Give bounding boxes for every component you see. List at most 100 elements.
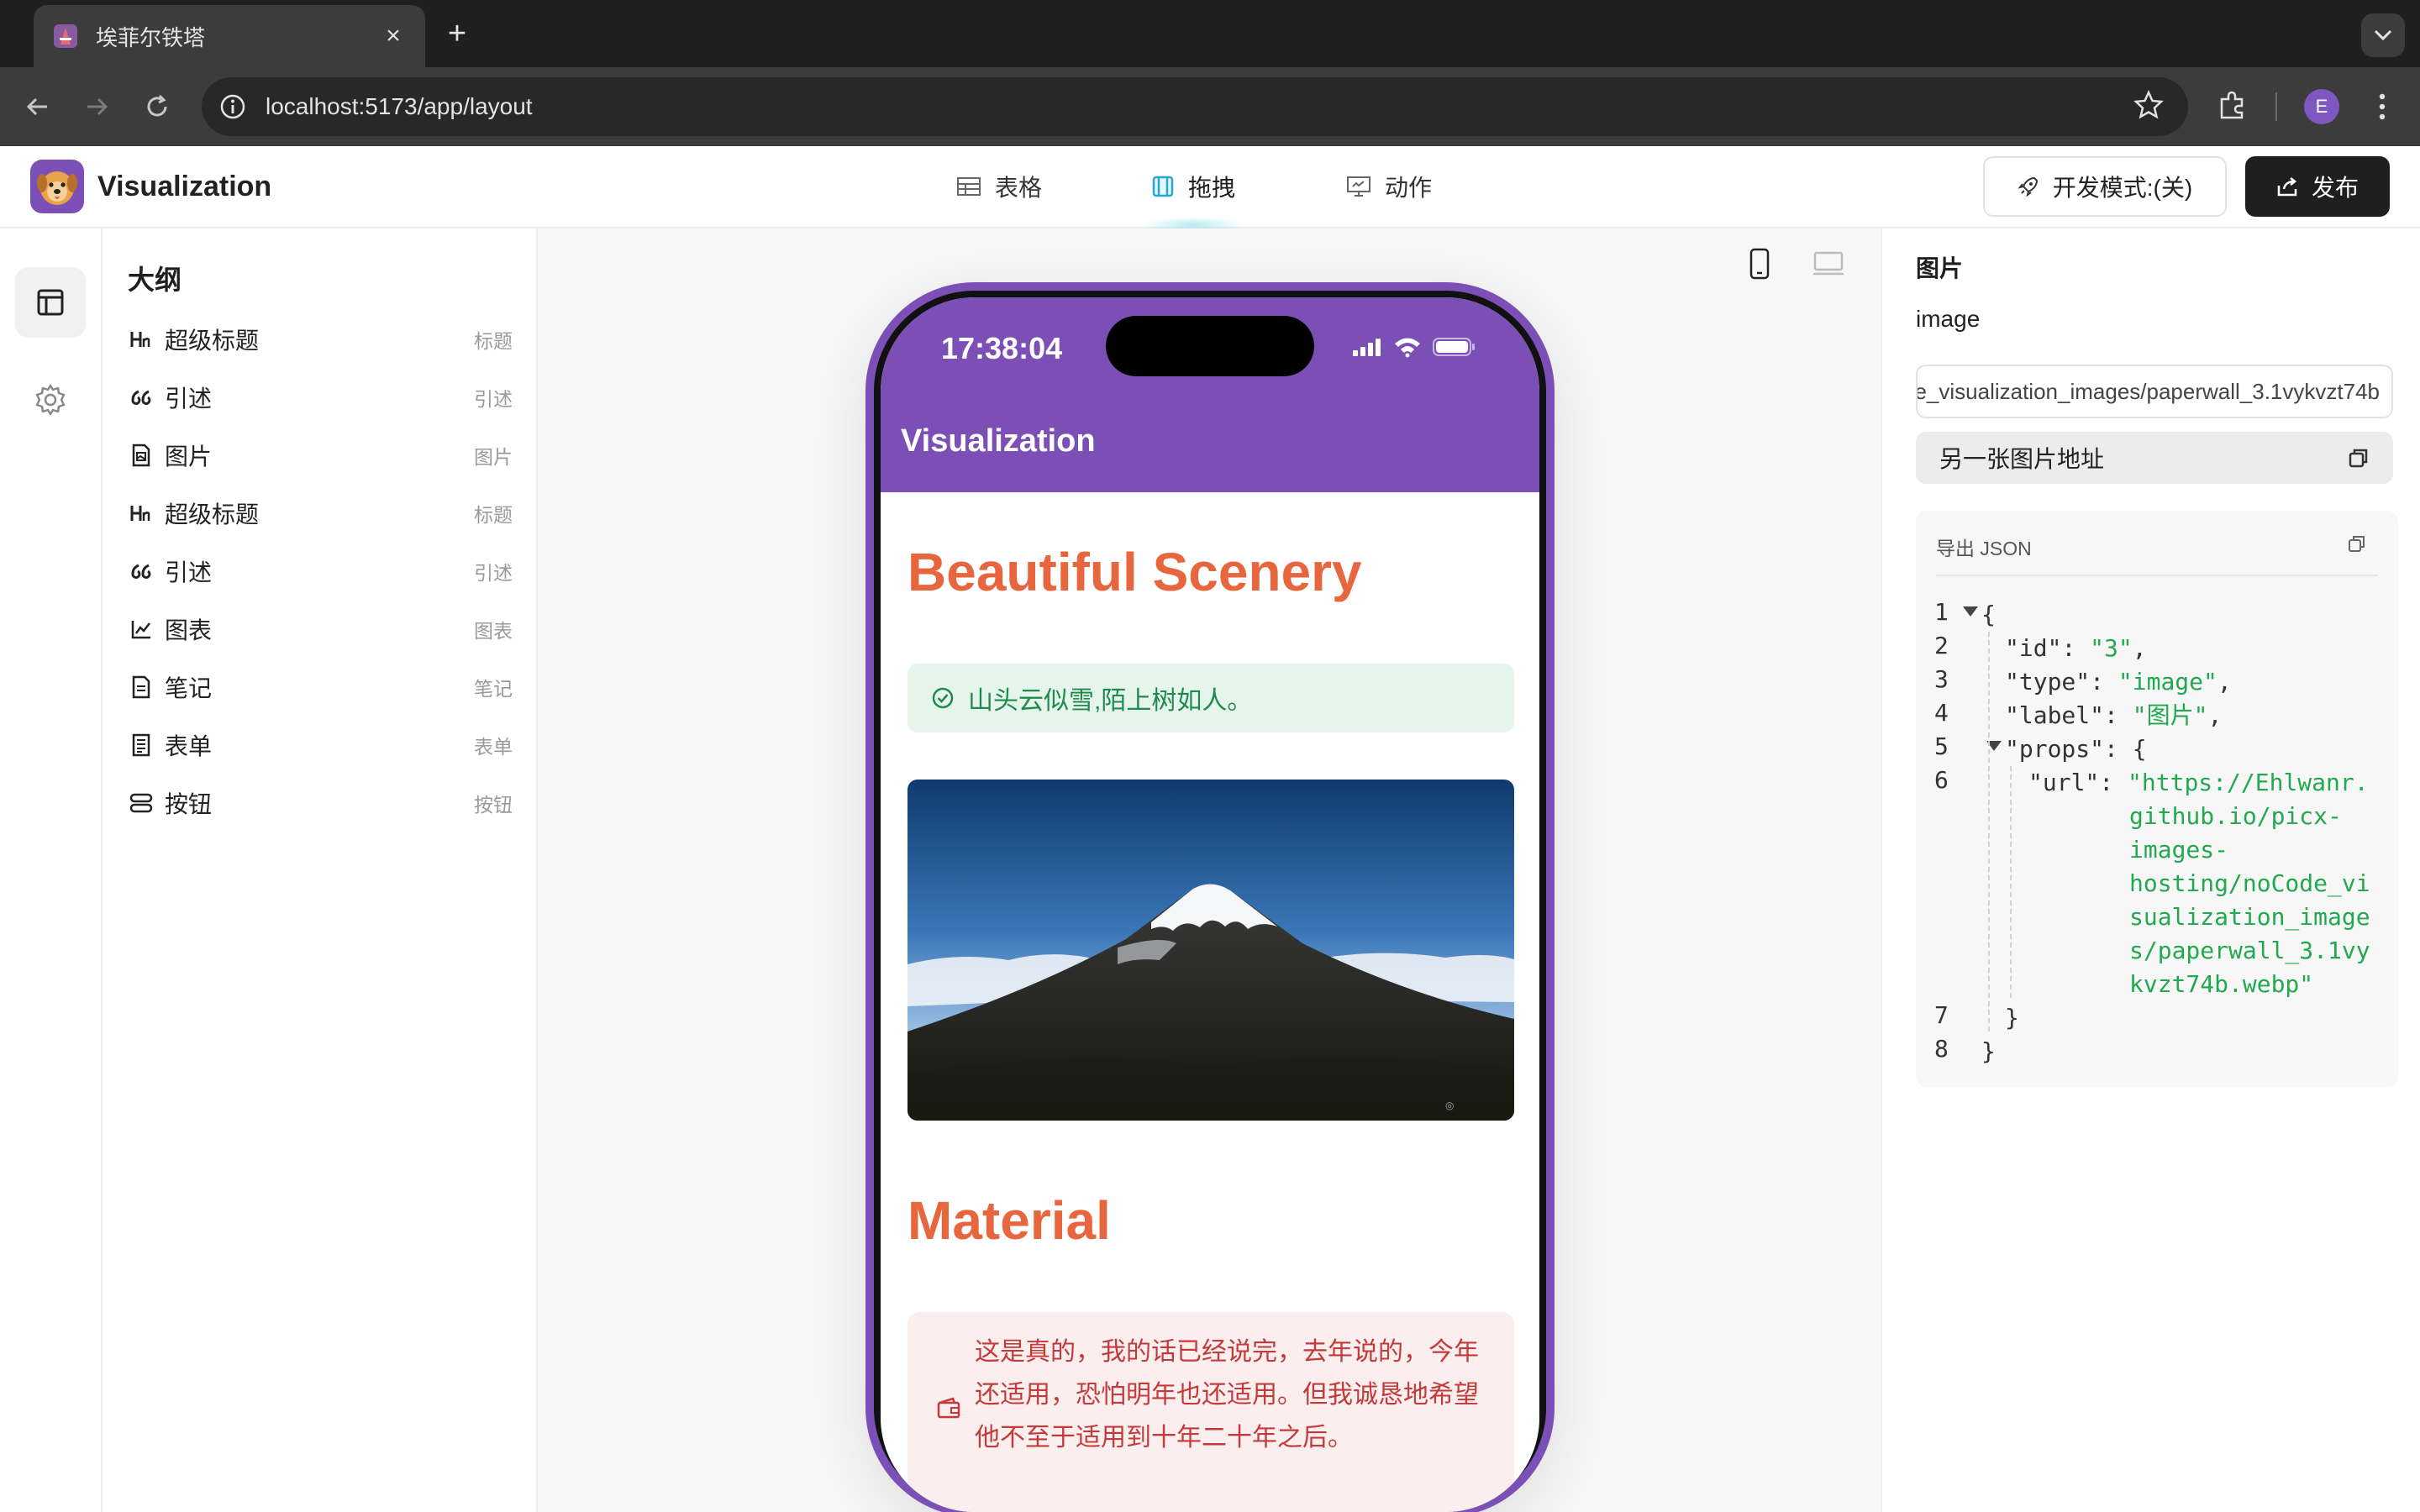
- publish-button[interactable]: 发布: [2245, 156, 2390, 217]
- drag-layout-icon: [1151, 175, 1175, 198]
- json-copy-icon[interactable]: [2348, 534, 2366, 553]
- left-rail: [0, 228, 103, 1512]
- json-line-7: }: [2005, 1004, 2019, 1032]
- address-bar[interactable]: localhost:5173/app/layout: [202, 77, 2188, 136]
- profile-avatar[interactable]: E: [2304, 89, 2339, 124]
- share-icon: [2276, 176, 2300, 197]
- json-line-8: }: [1981, 1037, 1996, 1065]
- back-arrow-icon[interactable]: [20, 89, 55, 124]
- success-quote[interactable]: 山头云似雪,陌上树如人。: [908, 664, 1514, 732]
- outline-item-label: 超级标题: [165, 501, 260, 528]
- nav-tab-table[interactable]: 表格: [956, 168, 1042, 205]
- outline-item-label: 图片: [165, 444, 213, 470]
- scenery-image[interactable]: ◎: [908, 780, 1514, 1121]
- site-info-icon[interactable]: [218, 92, 247, 121]
- dynamic-island: [1106, 316, 1314, 376]
- success-quote-text: 山头云似雪,陌上树如人。: [968, 687, 1253, 715]
- json-line-6-wrap: s/paperwall_3.1vy: [2129, 937, 2370, 964]
- image-url-input[interactable]: https://Ehlwanr.github.io/picx-images-ho…: [1916, 365, 2393, 418]
- json-line-6-wrap: hosting/noCode_vi: [2129, 869, 2370, 897]
- json-line-6-wrap: sualization_image: [2129, 903, 2370, 931]
- json-export-header: 导出 JSON: [1936, 538, 2032, 559]
- battery-icon: [1432, 336, 1477, 358]
- outline-item[interactable]: 图表 图表: [128, 609, 513, 649]
- outline-item[interactable]: 超级标题 标题: [128, 319, 513, 360]
- nav-tab-label: 动作: [1385, 175, 1433, 201]
- chart-icon: [128, 616, 155, 643]
- super-heading-1[interactable]: Beautiful Scenery: [908, 541, 1362, 603]
- outline-item-label: 引述: [165, 559, 213, 585]
- layout-panel-button[interactable]: [15, 267, 86, 338]
- outline-item-label: 引述: [165, 386, 213, 412]
- outline-item[interactable]: 表单 表单: [128, 725, 513, 765]
- error-quote-text: 这是真的，我的话已经说完，去年说的，今年还适用，恐怕明年也还适用。但我诚恳地希望…: [975, 1338, 1479, 1452]
- nav-tab-action[interactable]: 动作: [1346, 168, 1432, 205]
- error-quote[interactable]: 这是真的，我的话已经说完，去年说的，今年还适用，恐怕明年也还适用。但我诚恳地希望…: [908, 1312, 1514, 1512]
- outline-item[interactable]: 笔记 笔记: [128, 667, 513, 707]
- dev-mode-button[interactable]: 开发模式:(关): [1983, 156, 2227, 217]
- new-tab-icon[interactable]: +: [440, 17, 474, 50]
- indent-guide: [1988, 632, 1990, 1032]
- table-icon: [956, 176, 981, 197]
- reload-icon[interactable]: [139, 89, 175, 124]
- bookmark-star-icon[interactable]: [2133, 89, 2165, 121]
- image-file-icon: [128, 442, 155, 469]
- outline-item-tag: 按钮: [474, 794, 513, 816]
- signal-icon: [1351, 337, 1385, 357]
- copy-icon[interactable]: [2348, 447, 2370, 469]
- outline-item-tag: 引述: [474, 388, 513, 410]
- heading-icon: [128, 500, 155, 527]
- super-heading-2[interactable]: Material: [908, 1189, 1111, 1252]
- desktop-device-icon[interactable]: [1810, 245, 1847, 282]
- mobile-device-icon[interactable]: [1741, 245, 1778, 282]
- browser-menu-icon[interactable]: [2370, 89, 2395, 124]
- tab-favicon-icon: [52, 23, 79, 50]
- tab-close-icon[interactable]: ×: [380, 22, 407, 50]
- publish-label: 发布: [2311, 175, 2359, 201]
- toolbar-separator: [2275, 92, 2277, 121]
- line-number: 1: [1934, 598, 1949, 626]
- fold-toggle-icon[interactable]: [1963, 606, 1978, 617]
- outline-item-label: 超级标题: [165, 328, 260, 354]
- quote-icon: [128, 558, 155, 585]
- line-number: 2: [1934, 632, 1949, 659]
- outline-title: 大纲: [128, 265, 182, 295]
- properties-title: 图片: [1916, 255, 1964, 281]
- outline-item-tag: 图片: [474, 446, 513, 468]
- nav-tab-label: 拖拽: [1188, 175, 1236, 201]
- json-line-6: "url": "https://Ehlwanr.: [2028, 769, 2369, 796]
- line-number: 5: [1934, 732, 1949, 760]
- wallet-icon: [936, 1396, 961, 1420]
- layout-icon: [35, 287, 66, 318]
- forward-arrow-icon[interactable]: [79, 89, 114, 124]
- monitor-icon: [1346, 175, 1371, 198]
- line-number: 4: [1934, 699, 1949, 727]
- tab-search-chevron-icon[interactable]: [2361, 13, 2405, 57]
- properties-subtitle: image: [1916, 306, 1981, 332]
- outline-item[interactable]: 图片 图片: [128, 435, 513, 475]
- browser-tab[interactable]: 埃菲尔铁塔 ×: [34, 5, 425, 67]
- line-number: 7: [1934, 1001, 1949, 1029]
- button-icon: [128, 790, 155, 816]
- outline-item[interactable]: 按钮 按钮: [128, 783, 513, 823]
- indent-guide: [2010, 766, 2012, 998]
- note-icon: [128, 674, 155, 701]
- settings-gear-icon[interactable]: [30, 380, 71, 420]
- nav-tab-drag[interactable]: 拖拽: [1151, 168, 1235, 205]
- alt-image-url-button[interactable]: 另一张图片地址: [1916, 432, 2393, 484]
- rocket-icon: [2018, 176, 2039, 197]
- outline-item[interactable]: 引述 引述: [128, 551, 513, 591]
- form-icon: [128, 732, 155, 759]
- outline-item-tag: 表单: [474, 736, 513, 758]
- line-number: 6: [1934, 766, 1949, 794]
- outline-item[interactable]: 引述 引述: [128, 377, 513, 417]
- outline-item-tag: 引述: [474, 562, 513, 584]
- json-export-box: 导出 JSON 1 2 3 4 5 6 7 8 { "id": "3", "ty…: [1916, 511, 2398, 1087]
- outline-item-label: 表单: [165, 733, 213, 759]
- extensions-puzzle-icon[interactable]: [2217, 89, 2249, 121]
- url-text[interactable]: localhost:5173/app/layout: [266, 93, 533, 120]
- json-header-divider: [1936, 575, 2378, 576]
- json-line-6-wrap: images-: [2129, 836, 2229, 864]
- outline-item[interactable]: 超级标题 标题: [128, 493, 513, 533]
- outline-item-tag: 标题: [474, 330, 513, 352]
